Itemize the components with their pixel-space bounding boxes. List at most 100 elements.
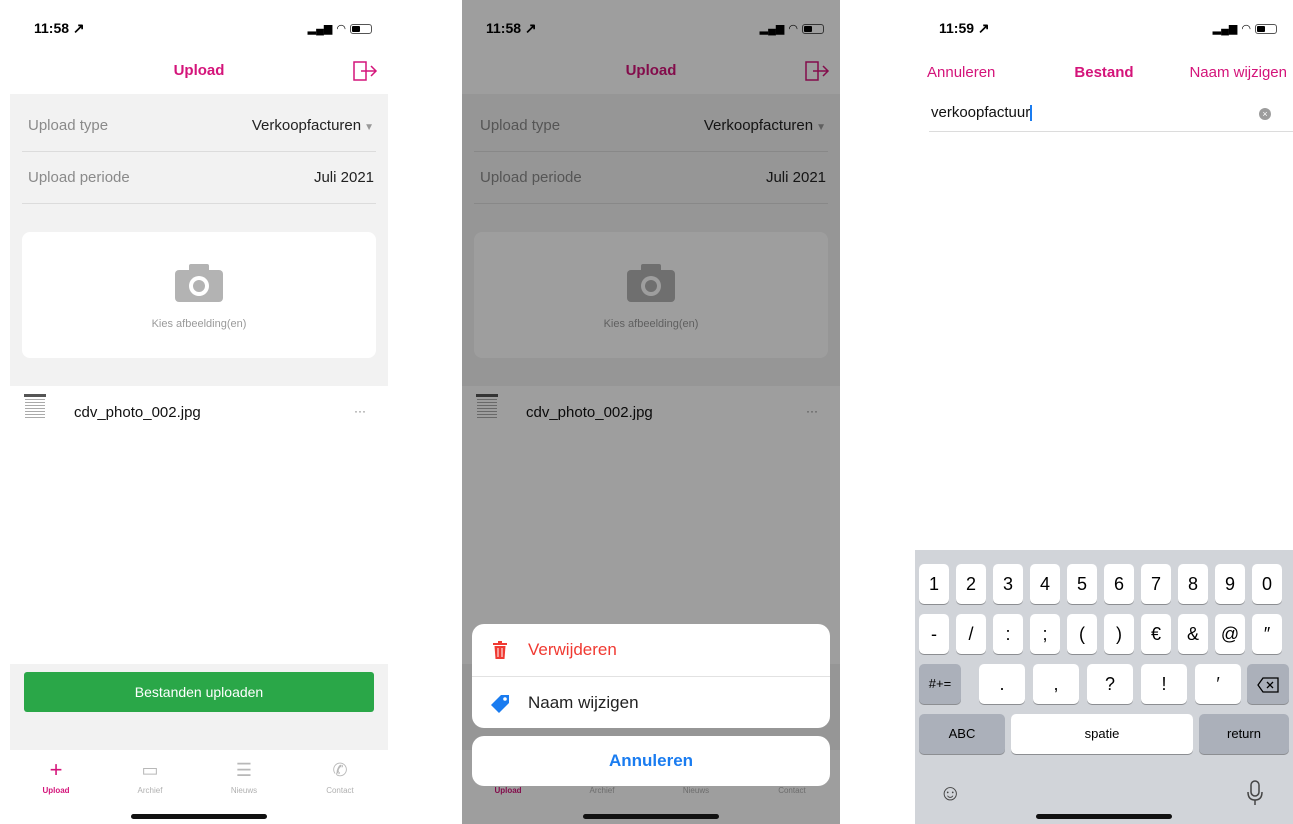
key[interactable]: 3 [993,564,1023,604]
microphone-icon[interactable] [1245,780,1265,806]
delete-action[interactable]: Verwijderen [472,624,830,676]
status-time: 11:58 ↗ [34,20,85,36]
wifi-icon: ◠ [1241,23,1251,35]
upload-type-value: Verkoopfacturen [251,117,362,134]
key[interactable]: ( [1067,614,1097,654]
signal-icon: ▂▄▆ [1212,23,1238,35]
key[interactable]: - [919,614,949,654]
tab-bar: + Upload ▭ Archief ☰ Nieuws ✆ Contact [10,750,388,824]
wifi-icon: ◠ [336,23,346,35]
rename-button[interactable]: Naam wijzigen [1189,64,1287,81]
key[interactable]: 5 [1067,564,1097,604]
upload-screen: 11:58 ↗ ▂▄▆ ◠ Upload Upload type Verkoop… [10,0,388,824]
tab-contact[interactable]: ✆ Contact [300,758,380,795]
filename-value: verkoopfactuur [931,104,1031,121]
tab-nieuws[interactable]: ☰ Nieuws [204,758,284,795]
key[interactable]: ; [1030,614,1060,654]
rename-screen: 11:59 ↗ ▂▄▆ ◠ Annuleren Bestand Naam wij… [915,0,1293,824]
space-key[interactable]: spatie [1011,714,1193,754]
filename-field[interactable]: verkoopfactuur × [929,96,1293,132]
key[interactable]: 8 [1178,564,1208,604]
tab-upload[interactable]: + Upload [16,757,96,796]
image-picker[interactable]: Kies afbeelding(en) [22,232,376,358]
battery-icon [1255,23,1277,34]
key[interactable]: 6 [1104,564,1134,604]
rename-action[interactable]: Naam wijzigen [472,676,830,728]
nav-bar: Upload [10,50,388,94]
upload-period-row[interactable]: Upload periode Juli 2021 [22,152,376,204]
key[interactable]: . [979,664,1025,704]
key[interactable]: € [1141,614,1171,654]
clear-icon[interactable]: × [1259,108,1271,120]
news-icon: ☰ [235,760,253,780]
key[interactable]: ′ [1195,664,1241,704]
upload-type-label: Upload type [28,117,109,134]
key[interactable]: @ [1215,614,1245,654]
tab-label: Upload [42,786,70,795]
file-list: cdv_photo_002.jpg ··· [10,386,388,664]
emoji-icon[interactable]: ☺ [939,780,961,806]
home-indicator [131,814,267,819]
more-icon[interactable]: ··· [354,404,366,418]
key[interactable]: , [1033,664,1079,704]
key[interactable]: ? [1087,664,1133,704]
file-thumbnail [24,394,46,428]
key[interactable]: 0 [1252,564,1282,604]
symbols-toggle-key[interactable]: #+= [919,664,961,704]
camera-icon [175,264,223,302]
delete-label: Verwijderen [528,640,617,659]
logout-icon[interactable] [352,60,378,82]
phone-icon: ✆ [332,760,348,780]
signal-icon: ▂▄▆ [307,23,333,35]
action-sheet: Verwijderen Naam wijzigen [472,624,830,728]
status-icons: ▂▄▆ ◠ [308,22,372,35]
key[interactable]: / [956,614,986,654]
upload-files-button[interactable]: Bestanden uploaden [24,672,374,712]
home-indicator [583,814,719,819]
key[interactable]: ) [1104,614,1134,654]
key[interactable]: ! [1141,664,1187,704]
rename-label: Naam wijzigen [528,692,639,712]
plus-icon: + [49,757,63,782]
upload-period-label: Upload periode [28,169,130,186]
key[interactable]: 4 [1030,564,1060,604]
keyboard-row-numbers: 1 2 3 4 5 6 7 8 9 0 [919,564,1289,604]
archive-icon: ▭ [141,760,159,780]
status-icons: ▂▄▆ ◠ [1213,22,1277,35]
tab-archief[interactable]: ▭ Archief [110,758,190,795]
key[interactable]: 1 [919,564,949,604]
cancel-button[interactable]: Annuleren [472,736,830,786]
action-sheet-screen: 11:58 ↗ ▂▄▆ ◠ Upload Upload type Verkoop… [462,0,840,824]
backspace-key[interactable] [1247,664,1289,704]
upload-period-value[interactable]: Juli 2021 [314,169,374,186]
status-bar: 11:59 ↗ ▂▄▆ ◠ [915,0,1293,50]
backspace-icon [1257,676,1279,693]
status-bar: 11:58 ↗ ▂▄▆ ◠ [10,0,388,50]
keyboard-row-symbols: - / : ; ( ) € & @ ″ [919,614,1289,654]
keyboard: 1 2 3 4 5 6 7 8 9 0 - / : ; ( ) € & @ ″ … [915,550,1293,824]
battery-icon [350,23,372,34]
trash-icon [493,641,507,659]
keyboard-row-bottom: ABC spatie return [919,714,1289,754]
key[interactable]: 7 [1141,564,1171,604]
tag-icon [491,694,509,713]
key[interactable]: 9 [1215,564,1245,604]
key[interactable]: 2 [956,564,986,604]
abc-key[interactable]: ABC [919,714,1005,754]
keyboard-row-punctuation: #+= . , ? ! ′ [919,664,1289,704]
tab-label: Archief [137,786,163,795]
filename-input[interactable]: verkoopfactuur [931,104,1033,122]
dropdown-caret-icon: ▼ [364,122,374,133]
text-cursor [1030,105,1033,122]
upload-type-select[interactable]: Verkoopfacturen ▼ [252,117,374,134]
page-title: Upload [173,62,225,79]
key[interactable]: & [1178,614,1208,654]
home-indicator [1036,814,1172,819]
upload-type-row[interactable]: Upload type Verkoopfacturen ▼ [22,100,376,152]
key[interactable]: ″ [1252,614,1282,654]
return-key[interactable]: return [1199,714,1289,754]
status-time: 11:59 ↗ [939,20,990,36]
key[interactable]: : [993,614,1023,654]
tab-label: Nieuws [230,786,258,795]
tab-label: Contact [326,786,354,795]
